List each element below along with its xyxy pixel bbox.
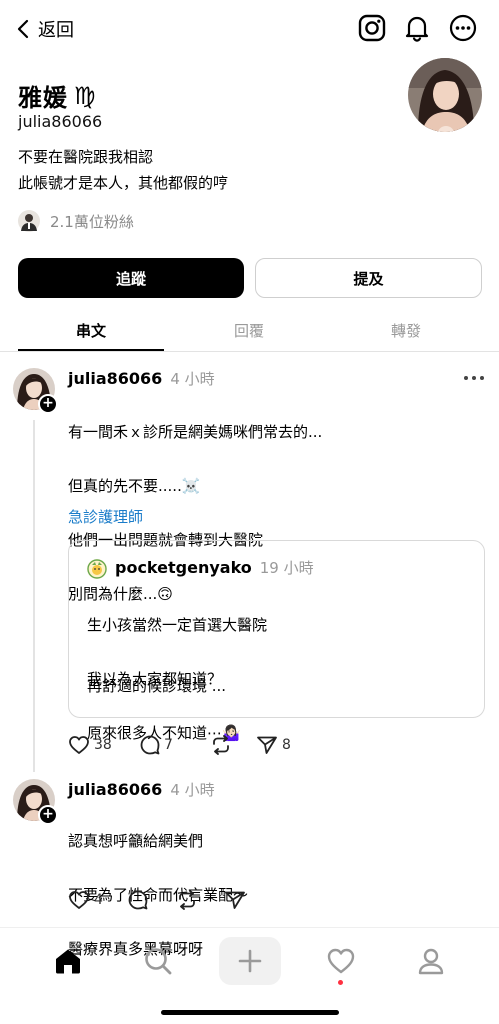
send-icon xyxy=(256,735,278,755)
followers-count: 2.1萬位粉絲 xyxy=(50,212,134,231)
quote-line: 生小孩當然一定首選大醫院 xyxy=(87,616,268,634)
home-indicator xyxy=(161,1010,339,1015)
home-icon[interactable] xyxy=(53,946,83,976)
post-time: 4 小時 xyxy=(170,781,215,799)
quote-avatar xyxy=(87,559,107,579)
follow-plus-icon[interactable]: + xyxy=(38,394,58,414)
chevron-left-icon xyxy=(14,18,32,40)
follow-plus-icon[interactable]: + xyxy=(38,805,58,825)
post-username[interactable]: julia86066 xyxy=(68,369,162,388)
profile-bio: 不要在醫院跟我相認 此帳號才是本人，其他都假的哼 xyxy=(18,144,228,196)
heart-icon[interactable] xyxy=(326,946,356,976)
profile-handle: julia86066 xyxy=(18,112,103,131)
like-button[interactable]: 4 xyxy=(68,890,128,910)
like-count: 4 xyxy=(94,892,103,908)
post-time: 4 小時 xyxy=(170,370,215,388)
search-icon[interactable] xyxy=(143,946,173,976)
heart-icon xyxy=(68,890,90,910)
more-icon[interactable] xyxy=(463,375,485,381)
topic-tag-link[interactable]: 急診護理師 xyxy=(68,506,143,527)
quote-header: pocketgenyako 19 小時 xyxy=(115,557,314,578)
tab-reposts[interactable]: 轉發 xyxy=(326,320,486,341)
tab-replies[interactable]: 回覆 xyxy=(169,320,329,341)
bio-line: 此帳號才是本人，其他都假的哼 xyxy=(18,174,229,192)
repost-icon xyxy=(176,890,198,910)
share-button[interactable] xyxy=(224,890,264,910)
post-actions: 38 7 8 xyxy=(68,735,316,755)
post-header: julia86066 4 小時 xyxy=(68,779,215,800)
repost-icon xyxy=(210,735,232,755)
back-label: 返回 xyxy=(38,20,74,41)
thread-line xyxy=(33,420,35,772)
post-line: 認真想呼籲給網美們 xyxy=(68,832,204,850)
like-count: 38 xyxy=(94,737,112,753)
bio-line: 不要在醫院跟我相認 xyxy=(18,148,154,166)
nav-divider xyxy=(0,927,499,928)
post-username[interactable]: julia86066 xyxy=(68,780,162,799)
instagram-icon[interactable] xyxy=(357,13,387,43)
tab-threads[interactable]: 串文 xyxy=(11,320,171,341)
zodiac-icon: ♍ xyxy=(74,81,96,110)
share-count: 8 xyxy=(282,737,291,753)
quote-username[interactable]: pocketgenyako xyxy=(115,558,252,577)
post-line: 但真的先不要.....☠️ xyxy=(68,477,201,495)
profile-avatar[interactable] xyxy=(408,58,482,132)
mention-button[interactable]: 提及 xyxy=(255,258,482,298)
plus-icon xyxy=(238,949,262,973)
tab-divider xyxy=(0,351,499,352)
post-line: 有一間禾ｘ診所是網美媽咪們常去的... xyxy=(68,423,323,441)
profile-name: 雅媛 xyxy=(18,84,68,112)
post-actions: 4 xyxy=(68,890,264,910)
bell-icon[interactable] xyxy=(402,13,432,43)
follower-avatar xyxy=(18,210,40,232)
heart-icon xyxy=(68,735,90,755)
share-button[interactable]: 8 xyxy=(256,735,316,755)
follow-button[interactable]: 追蹤 xyxy=(18,258,244,298)
like-button[interactable]: 38 xyxy=(68,735,140,755)
new-post-button[interactable] xyxy=(219,937,281,985)
comment-button[interactable] xyxy=(128,890,176,910)
repost-button[interactable] xyxy=(210,735,256,755)
profile-name-row: 雅媛 ♍ xyxy=(18,78,96,113)
quote-continued-line: 再舒適的候診環境 ... xyxy=(87,677,227,695)
comment-button[interactable]: 7 xyxy=(140,735,210,755)
send-icon xyxy=(224,890,246,910)
comment-icon xyxy=(140,735,160,755)
profile-icon[interactable] xyxy=(416,946,446,976)
comment-count: 7 xyxy=(164,737,173,753)
post-header: julia86066 4 小時 xyxy=(68,368,215,389)
quote-time: 19 小時 xyxy=(259,559,314,577)
followers-row[interactable]: 2.1萬位粉絲 xyxy=(18,210,134,232)
quoted-post[interactable]: pocketgenyako 19 小時 生小孩當然一定首選大醫院 我以為大家都知… xyxy=(68,540,485,742)
comment-icon xyxy=(128,890,148,910)
notification-dot xyxy=(338,980,343,985)
back-button[interactable]: 返回 xyxy=(14,12,74,46)
repost-button[interactable] xyxy=(176,890,224,910)
more-circle-icon[interactable] xyxy=(448,13,478,43)
